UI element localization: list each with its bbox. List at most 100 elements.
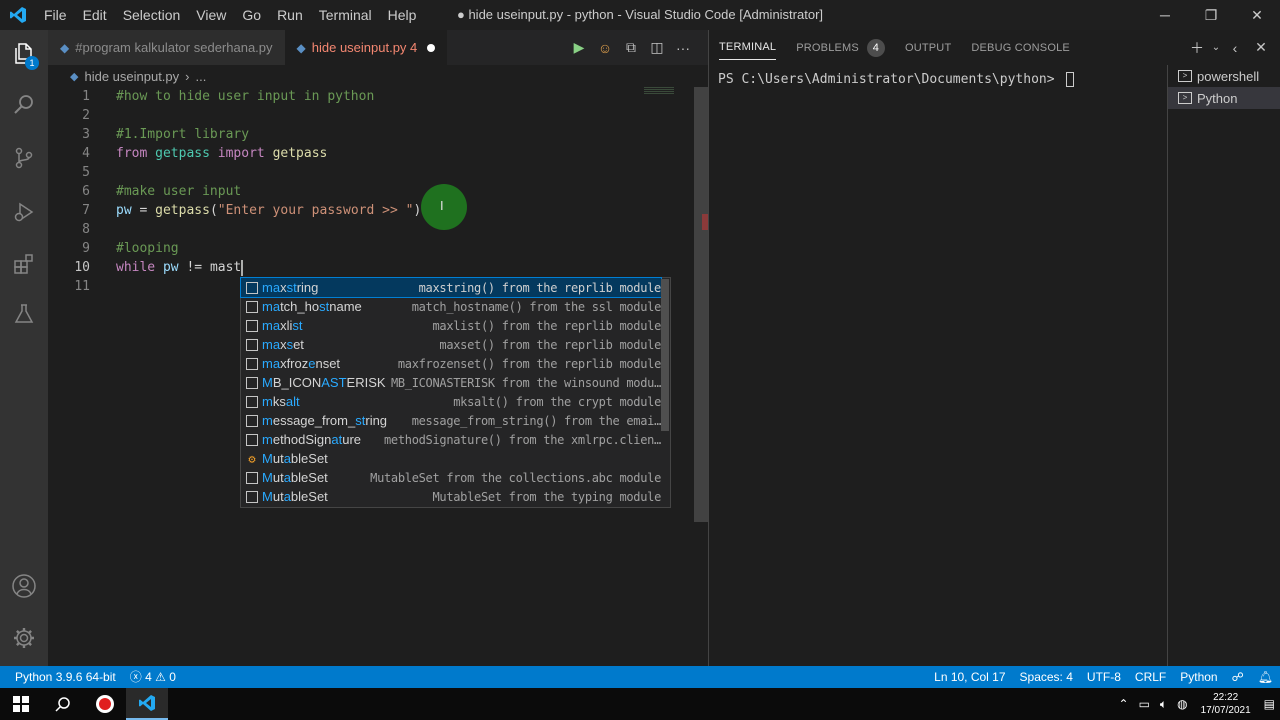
label-part: ut <box>272 470 284 485</box>
network-icon[interactable]: ◍ <box>1172 697 1192 711</box>
menu-view[interactable]: View <box>188 0 234 30</box>
code-line: 5 <box>48 163 688 182</box>
open-preview-icon[interactable]: ⧉ <box>618 39 644 56</box>
close-icon[interactable]: ✕ <box>1234 0 1280 30</box>
symbol-icon <box>246 300 258 313</box>
suggestion-detail: MutableSet from the typing module <box>432 489 661 504</box>
more-actions-icon[interactable]: ··· <box>670 40 696 56</box>
tab-debug-console[interactable]: DEBUG CONSOLE <box>961 30 1080 65</box>
problems-status[interactable]: ⓧ 4 ⚠ 0 <box>123 666 183 688</box>
close-panel-icon[interactable]: ✕ <box>1248 39 1274 56</box>
chevron-down-icon[interactable]: ⌄ <box>1210 42 1222 53</box>
run-debug-icon[interactable] <box>0 188 48 236</box>
menu-edit[interactable]: Edit <box>75 0 115 30</box>
suggestion-item[interactable]: maxset maxset() from the reprlib module <box>241 335 661 354</box>
cursor-position[interactable]: Ln 10, Col 17 <box>927 666 1012 688</box>
battery-icon[interactable]: ▭ <box>1134 697 1155 711</box>
terminal-item-powershell[interactable]: > powershell <box>1168 65 1280 87</box>
match-highlight: alt <box>285 394 300 409</box>
suggestion-item[interactable]: maxlist maxlist() from the reprlib module <box>241 316 661 335</box>
encoding[interactable]: UTF-8 <box>1080 666 1128 688</box>
function-name: getpass <box>155 203 210 218</box>
notifications-bell-icon[interactable]: 🔔︎ <box>1251 666 1280 688</box>
typed-text: mast <box>209 260 242 275</box>
suggestion-label: maxstring <box>262 280 318 295</box>
tab-hide-useinput[interactable]: ◆ hide useinput.py 4 <box>284 30 448 65</box>
language-mode[interactable]: Python <box>1173 666 1224 688</box>
panel-actions: ＋ ⌄ ‹ ✕ <box>1184 30 1274 65</box>
run-file-icon[interactable]: ▶ <box>566 39 592 56</box>
suggestion-item[interactable]: mksalt mksalt() from the crypt module <box>241 392 661 411</box>
menu-file[interactable]: File <box>36 0 75 30</box>
feedback-icon[interactable]: ☍ <box>1225 666 1251 688</box>
vscode-logo-icon <box>0 0 36 30</box>
panel-divider[interactable] <box>708 30 709 666</box>
title-bar: File Edit Selection View Go Run Terminal… <box>0 0 1280 30</box>
suggestion-item[interactable]: match_hostname match_hostname() from the … <box>241 297 661 316</box>
suggestion-item[interactable]: maxfrozenset maxfrozenset() from the repr… <box>241 354 661 373</box>
testing-flask-icon[interactable] <box>0 290 48 338</box>
indentation[interactable]: Spaces: 4 <box>1013 666 1080 688</box>
clock[interactable]: 22:22 17/07/2021 <box>1193 691 1259 717</box>
action-center-icon[interactable]: ▤ <box>1259 697 1280 711</box>
new-terminal-icon[interactable]: ＋ <box>1184 38 1210 58</box>
suggestion-item[interactable]: MutableSet MutableSet from the collection… <box>241 468 661 487</box>
tab-problems[interactable]: PROBLEMS 4 <box>786 30 895 65</box>
account-icon[interactable] <box>0 562 48 610</box>
search-icon[interactable] <box>0 80 48 128</box>
tab-terminal[interactable]: TERMINAL <box>719 36 777 60</box>
label-part: tch_ho <box>280 299 320 314</box>
windows-start-icon[interactable] <box>0 688 42 720</box>
chevron-left-icon[interactable]: ‹ <box>1222 40 1248 56</box>
explorer-icon[interactable]: 1 <box>0 30 48 78</box>
menu-run[interactable]: Run <box>269 0 311 30</box>
suggestion-item[interactable]: message_from_string message_from_string()… <box>241 411 661 430</box>
restore-icon[interactable]: ❐ <box>1188 0 1234 30</box>
tab-kalkulator[interactable]: ◆ #program kalkulator sederhana.py <box>48 30 285 65</box>
suggestion-item[interactable]: MutableSet MutableSet from the typing mod… <box>241 487 661 506</box>
search-icon[interactable] <box>42 688 84 720</box>
suggestions-scrollbar[interactable] <box>661 279 669 431</box>
tab-label: #program kalkulator sederhana.py <box>75 40 273 55</box>
chevron-up-icon[interactable]: ⌃ <box>1114 697 1134 711</box>
terminal-item-python[interactable]: > Python <box>1168 87 1280 109</box>
extensions-icon[interactable] <box>0 240 48 288</box>
clock-time: 22:22 <box>1213 692 1239 703</box>
suggestion-detail: MB_ICONASTERISK from the winsound modu… <box>390 375 661 390</box>
suggestion-item[interactable]: ⚙ MutableSet <box>241 449 661 468</box>
symbol-icon <box>246 338 258 351</box>
problems-badge: 4 <box>866 38 885 57</box>
end-of-line[interactable]: CRLF <box>1128 666 1173 688</box>
suggestion-item[interactable]: maxstring maxstring() from the reprlib mo… <box>240 277 662 298</box>
suggestion-item[interactable]: methodSignature methodSignature() from th… <box>241 430 661 449</box>
match-highlight: st <box>286 280 297 295</box>
vscode-taskbar-icon[interactable] <box>126 688 168 720</box>
settings-gear-icon[interactable] <box>0 614 48 662</box>
split-editor-icon[interactable]: ◫ <box>644 39 670 56</box>
copilot-icon[interactable]: ☺ <box>592 40 618 56</box>
menu-selection[interactable]: Selection <box>115 0 189 30</box>
keyword: while <box>116 260 156 275</box>
minimap[interactable] <box>644 87 694 97</box>
python-file-icon: ◆ <box>60 40 70 55</box>
breadcrumb-file[interactable]: hide useinput.py <box>84 69 179 84</box>
system-tray: ⌃ ▭ 🔈︎ ◍ 22:22 17/07/2021 ▤ <box>1114 688 1280 720</box>
menu-help[interactable]: Help <box>380 0 425 30</box>
python-interpreter[interactable]: Python 3.9.6 64-bit <box>0 666 123 688</box>
breadcrumb-rest[interactable]: ... <box>196 69 207 84</box>
source-control-icon[interactable] <box>0 134 48 182</box>
suggestion-item[interactable]: MB_ICONASTERISK MB_ICONASTERISK from the … <box>241 373 661 392</box>
label-part: name <box>329 299 362 314</box>
menu-go[interactable]: Go <box>234 0 269 30</box>
minimize-icon[interactable]: ─ <box>1142 0 1188 30</box>
tab-output[interactable]: OUTPUT <box>895 30 961 65</box>
unsaved-dot-icon[interactable] <box>427 43 436 52</box>
menu-terminal[interactable]: Terminal <box>311 0 380 30</box>
terminal-output[interactable]: PS C:\Users\Administrator\Documents\pyth… <box>718 70 1075 89</box>
match-highlight: m <box>262 432 273 447</box>
editor-scrollbar[interactable] <box>694 87 708 522</box>
line-number: 3 <box>82 127 90 142</box>
volume-icon[interactable]: 🔈︎ <box>1155 697 1172 712</box>
record-app-icon[interactable] <box>84 688 126 720</box>
suggestion-label: maxset <box>262 337 304 352</box>
